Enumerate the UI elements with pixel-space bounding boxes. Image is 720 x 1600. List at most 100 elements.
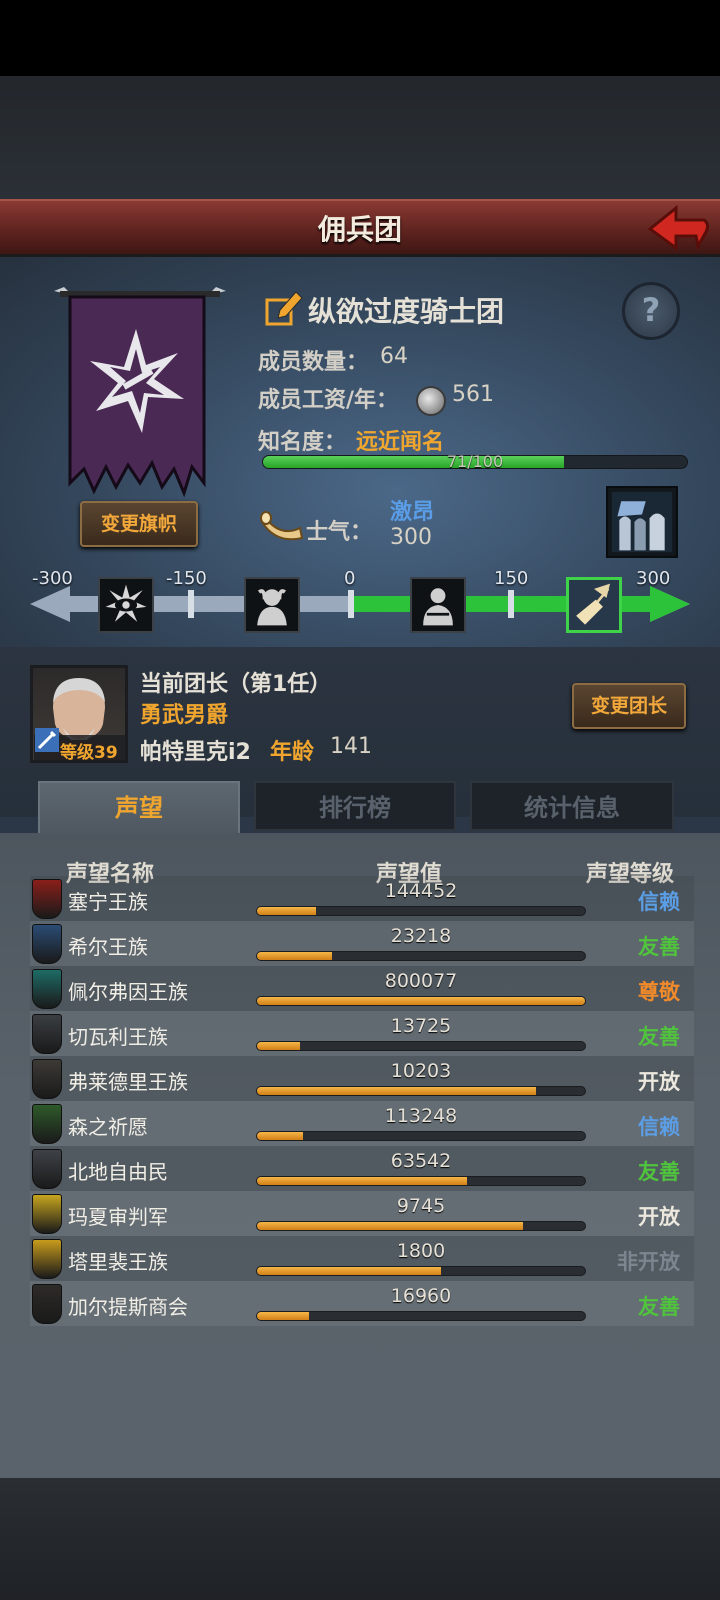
faction-name: 玛夏审判军 [68, 1205, 168, 1229]
reputation-level: 非开放 [617, 1250, 680, 1274]
faction-crest-icon [32, 969, 62, 1009]
troops-icon[interactable] [606, 486, 678, 558]
reputation-progress-bar [256, 1221, 586, 1231]
reputation-value: 1800 [396, 1240, 446, 1262]
change-leader-button[interactable]: 变更团长 [572, 683, 686, 729]
reputation-level: 尊敬 [638, 980, 680, 1004]
status-bar [0, 0, 720, 76]
reputation-progress-fill [257, 1222, 523, 1230]
leader-rank: 勇武男爵 [140, 703, 229, 728]
reputation-level: 友善 [638, 935, 680, 959]
reputation-progress-bar [256, 1086, 586, 1096]
reputation-level: 友善 [638, 1025, 680, 1049]
edit-name-icon[interactable] [264, 288, 304, 328]
morale-label: 士气： [306, 520, 373, 545]
reputation-progress-fill [257, 997, 585, 1005]
mood-eye-icon[interactable] [98, 577, 154, 633]
faction-name: 佩尔弗因王族 [68, 980, 188, 1004]
reputation-progress-fill [257, 1042, 300, 1050]
guild-name: 纵欲过度骑士团 [308, 295, 505, 328]
tab-ranking[interactable]: 排行榜 [254, 781, 456, 831]
reputation-progress-bar [256, 906, 586, 916]
reputation-level: 开放 [638, 1205, 680, 1229]
mood-despair-icon[interactable] [244, 577, 300, 633]
reputation-value: 113248 [384, 1105, 458, 1127]
reputation-progress-fill [257, 1312, 310, 1320]
reputation-row[interactable]: 佩尔弗因王族 800077 尊敬 [30, 966, 694, 1011]
reputation-progress-fill [257, 1087, 536, 1095]
faction-crest-icon [32, 1284, 62, 1324]
sword-icon [35, 728, 59, 752]
reputation-progress-bar [256, 1176, 586, 1186]
reputation-value: 23218 [390, 925, 452, 947]
reputation-value: 10203 [390, 1060, 452, 1082]
faction-name: 希尔王族 [68, 935, 148, 959]
reputation-row[interactable]: 希尔王族 23218 友善 [30, 921, 694, 966]
tab-statistics[interactable]: 统计信息 [470, 781, 674, 831]
reputation-row[interactable]: 北地自由民 63542 友善 [30, 1146, 694, 1191]
tab-reputation[interactable]: 声望 [38, 781, 240, 837]
faction-crest-icon [32, 1104, 62, 1144]
reputation-progress-bar [256, 1131, 586, 1141]
faction-name: 森之祈愿 [68, 1115, 148, 1139]
wage-label: 成员工资/年： [258, 388, 399, 413]
reputation-progress-fill [257, 952, 333, 960]
faction-crest-icon [32, 1194, 62, 1234]
leader-age-value: 141 [330, 734, 372, 759]
reputation-row[interactable]: 加尔提斯商会 16960 友善 [30, 1281, 694, 1326]
reputation-progress-bar [256, 1041, 586, 1051]
leader-level: 等级39 [60, 743, 118, 763]
faction-name: 塞宁王族 [68, 890, 148, 914]
reputation-level: 信赖 [638, 890, 680, 914]
change-flag-button[interactable]: 变更旗帜 [80, 501, 198, 547]
help-button[interactable]: ? [622, 282, 680, 340]
mood-calm-icon[interactable] [410, 577, 466, 633]
page-title: 佣兵团 [317, 213, 402, 246]
morale-value: 300 [390, 525, 432, 550]
reputation-level: 友善 [638, 1295, 680, 1319]
reputation-value: 13725 [390, 1015, 452, 1037]
reputation-row[interactable]: 弗莱德里王族 10203 开放 [30, 1056, 694, 1101]
faction-name: 北地自由民 [68, 1160, 168, 1184]
reputation-value: 144452 [384, 880, 458, 902]
wage-value: 561 [452, 382, 494, 407]
faction-name: 弗莱德里王族 [68, 1070, 188, 1094]
reputation-row[interactable]: 塞宁王族 144452 信赖 [30, 876, 694, 921]
reputation-progress-fill [257, 907, 317, 915]
guild-banner-icon[interactable] [54, 287, 226, 499]
reputation-row[interactable]: 玛夏审判军 9745 开放 [30, 1191, 694, 1236]
faction-name: 加尔提斯商会 [68, 1295, 188, 1319]
faction-name: 切瓦利王族 [68, 1025, 168, 1049]
morale-state: 激昂 [390, 500, 435, 525]
leader-age-label: 年龄 [270, 740, 315, 765]
faction-crest-icon [32, 1239, 62, 1279]
reputation-progress-bar [256, 1266, 586, 1276]
reputation-level: 开放 [638, 1070, 680, 1094]
reputation-progress-bar [256, 996, 586, 1006]
fame-progress-text: 71/100 [446, 452, 504, 471]
back-arrow-icon[interactable] [646, 202, 712, 256]
reputation-value: 800077 [384, 970, 458, 992]
reputation-row[interactable]: 塔里裴王族 1800 非开放 [30, 1236, 694, 1281]
reputation-value: 16960 [390, 1285, 452, 1307]
reputation-progress-bar [256, 951, 586, 961]
reputation-value: 63542 [390, 1150, 452, 1172]
reputation-progress-bar [256, 1311, 586, 1321]
faction-crest-icon [32, 1149, 62, 1189]
faction-name: 塔里裴王族 [68, 1250, 168, 1274]
leader-title: 当前团长（第1任） [140, 672, 332, 697]
faction-crest-icon [32, 1014, 62, 1054]
top-background [0, 76, 720, 200]
bottom-background [0, 1478, 720, 1600]
faction-crest-icon [32, 879, 62, 919]
mood-inspired-icon[interactable] [566, 577, 622, 633]
reputation-progress-fill [257, 1177, 467, 1185]
horn-icon [260, 511, 304, 541]
faction-crest-icon [32, 1059, 62, 1099]
reputation-row[interactable]: 切瓦利王族 13725 友善 [30, 1011, 694, 1056]
members-label: 成员数量： [258, 350, 369, 375]
reputation-row[interactable]: 森之祈愿 113248 信赖 [30, 1101, 694, 1146]
reputation-level: 友善 [638, 1160, 680, 1184]
reputation-value: 9745 [396, 1195, 446, 1217]
members-value: 64 [380, 344, 408, 369]
